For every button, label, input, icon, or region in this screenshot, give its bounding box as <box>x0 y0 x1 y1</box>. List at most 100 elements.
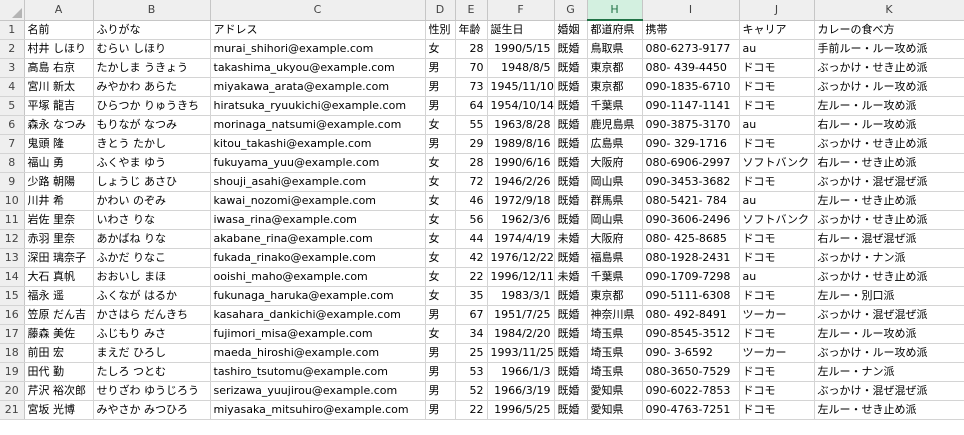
table-cell[interactable]: 神奈川県 <box>587 305 643 325</box>
table-cell[interactable]: 福島県 <box>587 248 643 268</box>
table-cell[interactable]: 29 <box>455 134 488 154</box>
table-cell[interactable]: 岩佐 里奈 <box>24 210 94 230</box>
row-header[interactable]: 20 <box>0 381 25 401</box>
table-cell[interactable]: 既婚 <box>554 191 588 211</box>
column-header-k[interactable]: K <box>814 0 964 21</box>
table-cell[interactable]: 090-3453-3682 <box>642 172 740 192</box>
table-cell[interactable]: tashiro_tsutomu@example.com <box>210 362 426 382</box>
row-header[interactable]: 4 <box>0 77 25 97</box>
column-header-f[interactable]: F <box>487 0 555 21</box>
table-cell[interactable]: 東京都 <box>587 58 643 78</box>
table-cell[interactable]: 1996/5/25 <box>487 400 555 420</box>
header-cell[interactable]: 年齢 <box>455 20 488 40</box>
table-cell[interactable]: fukada_rinako@example.com <box>210 248 426 268</box>
table-cell[interactable]: au <box>739 267 815 287</box>
table-cell[interactable]: まえだ ひろし <box>93 343 211 363</box>
table-cell[interactable]: 女 <box>425 324 456 344</box>
table-cell[interactable]: 64 <box>455 96 488 116</box>
table-cell[interactable]: 男 <box>425 362 456 382</box>
table-cell[interactable]: 男 <box>425 77 456 97</box>
table-cell[interactable]: もりなが なつみ <box>93 115 211 135</box>
table-cell[interactable]: 090-1709-7298 <box>642 267 740 287</box>
table-cell[interactable]: 22 <box>455 400 488 420</box>
table-cell[interactable]: 川井 希 <box>24 191 94 211</box>
table-cell[interactable]: 28 <box>455 153 488 173</box>
table-cell[interactable]: 既婚 <box>554 134 588 154</box>
table-cell[interactable]: 1966/3/19 <box>487 381 555 401</box>
table-cell[interactable]: ソフトバンク <box>739 153 815 173</box>
table-cell[interactable]: 既婚 <box>554 172 588 192</box>
table-cell[interactable]: ふかだ りなこ <box>93 248 211 268</box>
table-cell[interactable]: au <box>739 191 815 211</box>
table-cell[interactable]: 090-6022-7853 <box>642 381 740 401</box>
table-cell[interactable]: 埼玉県 <box>587 324 643 344</box>
table-cell[interactable]: 村井 しほり <box>24 39 94 59</box>
table-cell[interactable]: ぶっかけ・せき止め派 <box>814 210 964 230</box>
table-cell[interactable]: 既婚 <box>554 286 588 306</box>
table-cell[interactable]: 未婚 <box>554 229 588 249</box>
table-cell[interactable]: 1966/1/3 <box>487 362 555 382</box>
table-cell[interactable]: 岡山県 <box>587 210 643 230</box>
table-cell[interactable]: 44 <box>455 229 488 249</box>
table-cell[interactable]: 女 <box>425 267 456 287</box>
table-cell[interactable]: 1948/8/5 <box>487 58 555 78</box>
table-cell[interactable]: 鹿児島県 <box>587 115 643 135</box>
select-all-corner[interactable] <box>0 0 25 21</box>
table-cell[interactable]: 72 <box>455 172 488 192</box>
table-cell[interactable]: 右ルー・混ぜ混ぜ派 <box>814 229 964 249</box>
table-cell[interactable]: 1976/12/22 <box>487 248 555 268</box>
table-cell[interactable]: 080-1928-2431 <box>642 248 740 268</box>
table-cell[interactable]: 左ルー・ルー攻め派 <box>814 324 964 344</box>
table-cell[interactable]: いわさ りな <box>93 210 211 230</box>
table-cell[interactable]: 笠原 だん吉 <box>24 305 94 325</box>
table-cell[interactable]: おおいし まほ <box>93 267 211 287</box>
table-cell[interactable]: ドコモ <box>739 229 815 249</box>
table-cell[interactable]: むらい しほり <box>93 39 211 59</box>
table-cell[interactable]: maeda_hiroshi@example.com <box>210 343 426 363</box>
table-cell[interactable]: 既婚 <box>554 305 588 325</box>
table-cell[interactable]: 群馬県 <box>587 191 643 211</box>
table-cell[interactable]: ひらつか りゅうきち <box>93 96 211 116</box>
table-cell[interactable]: 深田 璃奈子 <box>24 248 94 268</box>
table-cell[interactable]: ぶっかけ・ナン派 <box>814 248 964 268</box>
table-cell[interactable]: serizawa_yuujirou@example.com <box>210 381 426 401</box>
table-cell[interactable]: ふじもり みさ <box>93 324 211 344</box>
table-cell[interactable]: 090- 3-6592 <box>642 343 740 363</box>
table-cell[interactable]: ふくやま ゆう <box>93 153 211 173</box>
table-cell[interactable]: 赤羽 里奈 <box>24 229 94 249</box>
table-cell[interactable]: 080- 439-4450 <box>642 58 740 78</box>
row-header[interactable]: 17 <box>0 324 25 344</box>
row-header[interactable]: 9 <box>0 172 25 192</box>
table-cell[interactable]: たしろ つとむ <box>93 362 211 382</box>
table-cell[interactable]: 090-1835-6710 <box>642 77 740 97</box>
table-cell[interactable]: 左ルー・せき止め派 <box>814 191 964 211</box>
table-cell[interactable]: akabane_rina@example.com <box>210 229 426 249</box>
table-cell[interactable]: murai_shihori@example.com <box>210 39 426 59</box>
table-cell[interactable]: かわい のぞみ <box>93 191 211 211</box>
row-header[interactable]: 19 <box>0 362 25 382</box>
table-cell[interactable]: 広島県 <box>587 134 643 154</box>
table-cell[interactable]: 田代 勤 <box>24 362 94 382</box>
column-header-d[interactable]: D <box>425 0 456 21</box>
row-header[interactable]: 16 <box>0 305 25 325</box>
table-cell[interactable]: 090-5111-6308 <box>642 286 740 306</box>
row-header[interactable]: 14 <box>0 267 25 287</box>
table-cell[interactable]: fukuyama_yuu@example.com <box>210 153 426 173</box>
table-cell[interactable]: 男 <box>425 134 456 154</box>
table-cell[interactable]: ドコモ <box>739 134 815 154</box>
table-cell[interactable]: ドコモ <box>739 362 815 382</box>
column-header-c[interactable]: C <box>210 0 426 21</box>
table-cell[interactable]: iwasa_rina@example.com <box>210 210 426 230</box>
header-cell[interactable]: アドレス <box>210 20 426 40</box>
table-cell[interactable]: ぶっかけ・せき止め派 <box>814 134 964 154</box>
table-cell[interactable]: 090-3875-3170 <box>642 115 740 135</box>
table-cell[interactable]: 090-8545-3512 <box>642 324 740 344</box>
table-cell[interactable]: fukunaga_haruka@example.com <box>210 286 426 306</box>
table-cell[interactable]: 25 <box>455 343 488 363</box>
table-cell[interactable]: 鬼頭 隆 <box>24 134 94 154</box>
table-cell[interactable]: 42 <box>455 248 488 268</box>
table-cell[interactable]: 34 <box>455 324 488 344</box>
table-cell[interactable]: ふくなが はるか <box>93 286 211 306</box>
table-cell[interactable]: 大阪府 <box>587 153 643 173</box>
table-cell[interactable]: 既婚 <box>554 248 588 268</box>
